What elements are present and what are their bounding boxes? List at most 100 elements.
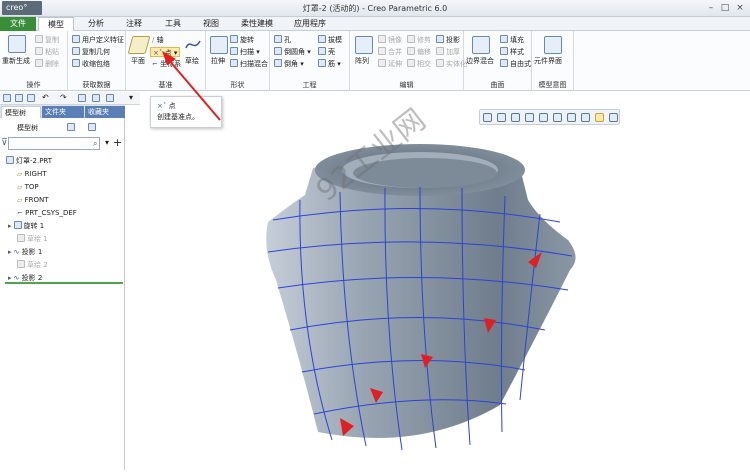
regenerate-icon[interactable] — [8, 35, 26, 53]
perspective-icon[interactable] — [581, 113, 590, 122]
group-label-get-data[interactable]: 获取数据 — [68, 80, 125, 90]
copy-geometry-button[interactable]: 复制几何 — [72, 47, 110, 57]
pattern-button[interactable]: 阵列 — [355, 56, 369, 66]
search-icon[interactable]: ⌕ — [93, 139, 97, 149]
component-interface-button[interactable]: 元件界面 — [534, 56, 562, 66]
tab-view[interactable]: 视图 — [193, 17, 229, 31]
solidify-button[interactable]: 实体化 — [436, 59, 467, 69]
tab-annotate[interactable]: 注释 — [116, 17, 152, 31]
close-icon[interactable]: × — [733, 2, 747, 14]
extend-button[interactable]: 延伸 — [378, 59, 402, 69]
group-label-engineering[interactable]: 工程 — [270, 80, 349, 90]
expand-icon[interactable]: ▸ — [8, 222, 12, 230]
tab-favorites[interactable]: 收藏夹 — [85, 106, 125, 118]
close-window-icon[interactable] — [106, 94, 114, 102]
lampshade-model[interactable] — [126, 105, 750, 470]
redo-icon[interactable]: ↷ — [60, 93, 67, 102]
regenerate-small-icon[interactable] — [78, 94, 86, 102]
component-interface-icon[interactable] — [544, 36, 562, 54]
tree-item-revolve-1[interactable]: ▸ 旋转 1 — [8, 220, 44, 232]
tab-applications[interactable]: 应用程序 — [285, 17, 335, 31]
annotation-display-icon[interactable] — [609, 113, 618, 122]
udf-button[interactable]: 用户定义特征 — [72, 35, 124, 45]
hole-button[interactable]: 孔 — [274, 35, 291, 45]
insert-here-marker[interactable] — [5, 282, 123, 284]
mirror-button[interactable]: 镜像 — [378, 35, 402, 45]
tab-model-tree[interactable]: 模型树 — [1, 106, 41, 118]
shrinkwrap-button[interactable]: 收缩包络 — [72, 59, 110, 69]
group-label-surfaces[interactable]: 曲面 — [464, 80, 531, 90]
expand-icon[interactable]: ▸ — [8, 248, 12, 256]
axis-button[interactable]: / 轴 — [152, 35, 164, 45]
tree-item-sketch-1[interactable]: 草绘 1 — [17, 233, 48, 245]
rib-button[interactable]: 筋 ▾ — [318, 59, 341, 69]
intersect-button[interactable]: 相交 — [407, 59, 431, 69]
tree-item-right[interactable]: ▱ RIGHT — [17, 168, 47, 180]
revolve-button[interactable]: 旋转 — [230, 35, 254, 45]
extend-icon — [378, 59, 386, 67]
style-button[interactable]: 样式 — [500, 47, 524, 57]
tree-settings-icon[interactable] — [67, 123, 75, 131]
swept-blend-button[interactable]: 扫描混合 — [230, 59, 268, 69]
draft-button[interactable]: 拔模 — [318, 35, 342, 45]
save-icon[interactable] — [27, 94, 35, 102]
delete-button[interactable]: 删除 — [35, 59, 59, 69]
zoom-in-icon[interactable] — [497, 113, 506, 122]
pattern-icon[interactable] — [355, 36, 373, 54]
group-label-operations[interactable]: 操作 — [0, 80, 67, 90]
repaint-icon[interactable] — [525, 113, 534, 122]
tree-item-part[interactable]: 灯罩-2.PRT — [6, 155, 52, 167]
tab-folder-browser[interactable]: 文件夹 — [42, 106, 84, 118]
tree-search-input[interactable] — [8, 137, 100, 150]
undo-icon[interactable]: ↶ — [42, 93, 49, 102]
datum-display-icon[interactable] — [595, 113, 604, 122]
tree-columns-icon[interactable] — [88, 123, 96, 131]
group-label-model-intent[interactable]: 模型意图 — [532, 80, 573, 90]
refit-icon[interactable] — [483, 113, 492, 122]
graphics-area[interactable] — [126, 105, 750, 470]
plane-button[interactable]: 平面 — [131, 56, 145, 66]
merge-button[interactable]: 合并 — [378, 47, 402, 57]
new-file-icon[interactable] — [3, 94, 11, 102]
shell-button[interactable]: 壳 — [318, 47, 335, 57]
customize-toolbar-icon[interactable]: ▾ — [129, 93, 133, 102]
tab-tools[interactable]: 工具 — [155, 17, 191, 31]
tab-flexible-modeling[interactable]: 柔性建模 — [232, 17, 282, 31]
boundary-blend-button[interactable]: 边界混合 — [466, 56, 494, 66]
add-filter-icon[interactable]: + — [113, 136, 122, 149]
project-button[interactable]: 投影 — [436, 35, 460, 45]
chamfer-button[interactable]: 倒角 ▾ — [274, 59, 304, 69]
tree-item-sketch-2[interactable]: 草绘 2 — [17, 259, 48, 271]
display-style-icon[interactable] — [539, 113, 548, 122]
minimize-icon[interactable]: – — [704, 2, 718, 14]
saved-views-icon[interactable] — [553, 113, 562, 122]
fill-button[interactable]: 填充 — [500, 35, 524, 45]
intersect-icon — [407, 59, 415, 67]
tree-item-top[interactable]: ▱ TOP — [17, 181, 39, 193]
zoom-out-icon[interactable] — [511, 113, 520, 122]
tree-item-front[interactable]: ▱ FRONT — [17, 194, 49, 206]
maximize-icon[interactable]: □ — [718, 2, 732, 14]
windows-icon[interactable] — [92, 94, 100, 102]
tree-item-project-1[interactable]: ▸ ∿ 投影 1 — [8, 246, 42, 258]
thicken-button[interactable]: 加厚 — [436, 47, 460, 57]
group-label-editing[interactable]: 编辑 — [350, 80, 463, 90]
tab-analysis[interactable]: 分析 — [78, 17, 114, 31]
filter-dropdown-icon[interactable]: ▾ — [105, 138, 109, 147]
boundary-blend-icon[interactable] — [472, 36, 490, 54]
trim-button[interactable]: 修剪 — [407, 35, 431, 45]
tab-file[interactable]: 文件 — [0, 17, 36, 31]
copy-button[interactable]: 复制 — [35, 35, 59, 45]
regenerate-button[interactable]: 重新生成 — [2, 56, 30, 66]
paste-button[interactable]: 粘贴 — [35, 47, 59, 57]
round-button[interactable]: 倒圆角 ▾ — [274, 47, 311, 57]
tab-model[interactable]: 模型 — [38, 17, 74, 32]
offset-button[interactable]: 偏移 — [407, 47, 431, 57]
open-file-icon[interactable] — [15, 94, 23, 102]
sweep-button[interactable]: 扫描 ▾ — [230, 47, 260, 57]
tree-item-csys[interactable]: ⌐ PRT_CSYS_DEF — [17, 207, 77, 219]
expand-icon[interactable]: ▸ — [8, 274, 12, 282]
view-manager-icon[interactable] — [567, 113, 576, 122]
plane-icon[interactable] — [127, 36, 151, 54]
freeform-button[interactable]: 自由式 — [500, 59, 531, 69]
